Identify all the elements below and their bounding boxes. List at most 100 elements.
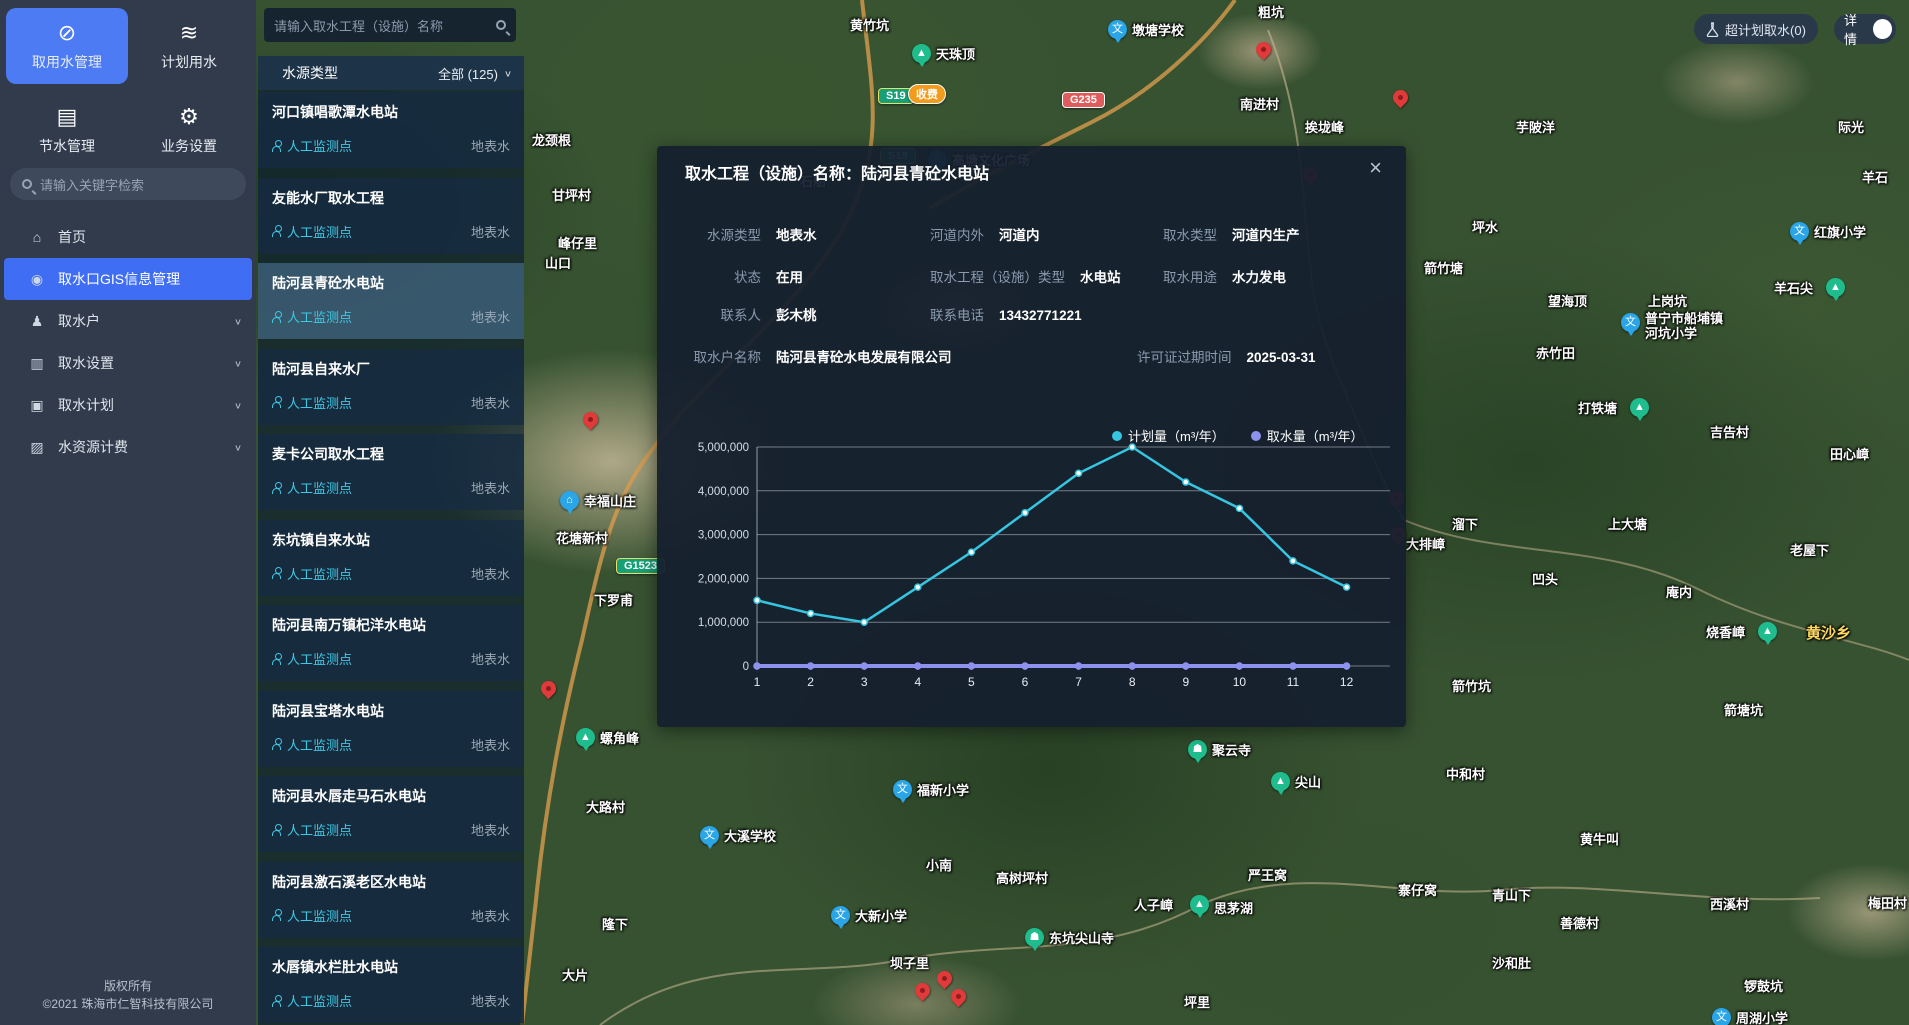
chevron-down-icon: ∨ xyxy=(504,68,512,78)
sidebar-menu: ⌂ 首页◉ 取水口GIS信息管理♟ 取水户∨▥ 取水设置∨▣ 取水计划∨▨ 水资… xyxy=(0,216,256,468)
monitor-type: 人工监测点 xyxy=(272,649,352,668)
map-label: 青山下 xyxy=(1492,888,1531,903)
field-value: 地表水 xyxy=(776,224,817,244)
module-3[interactable]: ▤节水管理 xyxy=(6,92,128,168)
person-icon xyxy=(272,140,282,152)
map-label: 田心嶂 xyxy=(1830,447,1869,462)
svg-text:0: 0 xyxy=(743,661,749,673)
svg-text:2: 2 xyxy=(807,675,814,689)
detail-toggle[interactable]: 详情 xyxy=(1834,14,1896,44)
station-item[interactable]: 友能水厂取水工程 人工监测点 地表水 xyxy=(258,178,524,254)
water-source-type: 地表水 xyxy=(471,991,510,1010)
station-item[interactable]: 麦卡公司取水工程 人工监测点 地表水 xyxy=(258,434,524,510)
person-icon xyxy=(272,311,282,323)
mountain-pin-icon: ▲ xyxy=(1826,278,1845,297)
map-label: 羊石 xyxy=(1862,170,1888,185)
station-item[interactable]: 陆河县激石溪老区水电站 人工监测点 地表水 xyxy=(258,862,524,938)
monitor-type: 人工监测点 xyxy=(272,222,352,241)
map-label: 严王窝 xyxy=(1248,868,1287,883)
station-name: 东坑镇自来水站 xyxy=(272,530,510,550)
sidebar-search-input[interactable]: 请输入关键字检索 xyxy=(10,168,246,200)
station-item[interactable]: 陆河县青砼水电站 人工监测点 地表水 xyxy=(258,263,524,339)
billing-icon: ▨ xyxy=(28,439,46,456)
station-item[interactable]: 陆河县南万镇杞洋水电站 人工监测点 地表水 xyxy=(258,605,524,681)
station-name: 麦卡公司取水工程 xyxy=(272,444,510,464)
mountain-pin-icon: ▲ xyxy=(912,44,931,63)
module-2[interactable]: ≋计划用水 xyxy=(128,8,250,84)
sidebar-item-5[interactable]: ▣ 取水计划∨ xyxy=(0,384,256,426)
modal-title: 取水工程（设施）名称：陆河县青砼水电站 xyxy=(685,160,989,184)
svg-text:6: 6 xyxy=(1022,675,1029,689)
field-label: 河道内外 xyxy=(930,224,984,244)
field-label: 状态 xyxy=(691,266,761,286)
station-search-input[interactable]: 请输入取水工程（设施）名称 xyxy=(264,8,516,42)
mountain-pin-icon: ▲ xyxy=(1271,772,1290,791)
map-label: 高树坪村 xyxy=(996,871,1048,886)
chevron-down-icon: ∨ xyxy=(234,358,242,368)
map-label: 大路村 xyxy=(586,800,625,815)
map-label: 黄竹坑 xyxy=(850,18,889,33)
station-name: 陆河县水唇走马石水电站 xyxy=(272,786,510,806)
module-1[interactable]: ⊘取用水管理 xyxy=(6,8,128,84)
sidebar-item-4[interactable]: ▥ 取水设置∨ xyxy=(0,342,256,384)
station-item[interactable]: 水唇镇水栏肚水电站 人工监测点 地表水 xyxy=(258,947,524,1023)
field-value: 水力发电 xyxy=(1232,266,1286,286)
list-header-label: 水源类型 xyxy=(282,63,338,83)
location-pin-icon: ◉ xyxy=(28,271,46,288)
map-label: 粗坑 xyxy=(1258,5,1284,20)
copyright-line2: ©2021 珠海市仁智科技有限公司 xyxy=(0,995,256,1013)
station-list-header: 水源类型 全部 (125) ∨ xyxy=(258,56,524,90)
legend-item[interactable]: 取水量（m³/年） xyxy=(1251,426,1364,445)
person-icon xyxy=(272,482,282,494)
map-label: 大排嶂 xyxy=(1406,537,1445,552)
sidebar-item-3[interactable]: ♟ 取水户∨ xyxy=(0,300,256,342)
svg-text:3,000,000: 3,000,000 xyxy=(698,530,749,542)
station-item[interactable]: 陆河县自来水厂 人工监测点 地表水 xyxy=(258,349,524,425)
chevron-down-icon: ∨ xyxy=(234,316,242,326)
map-label: 上岗坑 xyxy=(1648,294,1687,309)
toggle-knob xyxy=(1873,19,1892,39)
svg-text:5,000,000: 5,000,000 xyxy=(698,442,749,454)
monitor-type: 人工监测点 xyxy=(272,820,352,839)
source-type-filter[interactable]: 全部 (125) ∨ xyxy=(438,64,512,83)
user-icon: ♟ xyxy=(28,313,46,330)
monitor-type: 人工监测点 xyxy=(272,564,352,583)
map-label: 箭竹坑 xyxy=(1452,679,1491,694)
filter-value: 全部 (125) xyxy=(438,64,498,83)
station-item[interactable]: 东坑镇自来水站 人工监测点 地表水 xyxy=(258,520,524,596)
module-4[interactable]: ⚙业务设置 xyxy=(128,92,250,168)
toll-badge: 收费 xyxy=(908,84,946,104)
map-label: 峰仔里 xyxy=(558,236,597,251)
station-item[interactable]: 陆河县水唇走马石水电站 人工监测点 地表水 xyxy=(258,776,524,852)
map-label: 箭塘坑 xyxy=(1724,703,1763,718)
field-value: 13432771221 xyxy=(999,308,1082,323)
legend-label: 计划量（m³/年） xyxy=(1128,426,1225,445)
sidebar-item-1[interactable]: ⌂ 首页 xyxy=(0,216,256,258)
detail-field: 取水类型 河道内生产 xyxy=(1163,224,1300,244)
legend-dot xyxy=(1251,431,1261,441)
map-label: 隆下 xyxy=(602,917,628,932)
sidebar: ⊘取用水管理≋计划用水▤节水管理⚙业务设置 请输入关键字检索 ⌂ 首页◉ 取水口… xyxy=(0,0,256,1025)
home-icon: ⌂ xyxy=(28,229,46,245)
map-label: 羊石尖 xyxy=(1774,281,1813,296)
map-label: 梅田村 xyxy=(1868,896,1907,911)
svg-text:10: 10 xyxy=(1233,675,1247,689)
svg-text:8: 8 xyxy=(1129,675,1136,689)
map-label: 天珠顶 xyxy=(936,47,975,62)
station-item[interactable]: 河口镇唱歌潭水电站 人工监测点 地表水 xyxy=(258,92,524,168)
map-label: 中和村 xyxy=(1446,767,1485,782)
sidebar-item-label: 取水口GIS信息管理 xyxy=(58,269,180,289)
close-icon[interactable]: × xyxy=(1369,156,1382,180)
monitor-type: 人工监测点 xyxy=(272,478,352,497)
temple-pin-icon: ☗ xyxy=(1188,740,1207,759)
search-icon xyxy=(22,179,32,189)
map-label: 幸福山庄 xyxy=(584,494,636,509)
school-pin-icon: 文 xyxy=(831,906,850,925)
sidebar-item-2[interactable]: ◉ 取水口GIS信息管理 xyxy=(4,258,252,300)
sidebar-item-6[interactable]: ▨ 水资源计费∨ xyxy=(0,426,256,468)
person-icon xyxy=(272,567,282,579)
map-label: 老屋下 xyxy=(1790,543,1829,558)
over-plan-intake-button[interactable]: 超计划取水(0) xyxy=(1694,14,1818,44)
station-item[interactable]: 陆河县宝塔水电站 人工监测点 地表水 xyxy=(258,691,524,767)
legend-item[interactable]: 计划量（m³/年） xyxy=(1112,426,1225,445)
